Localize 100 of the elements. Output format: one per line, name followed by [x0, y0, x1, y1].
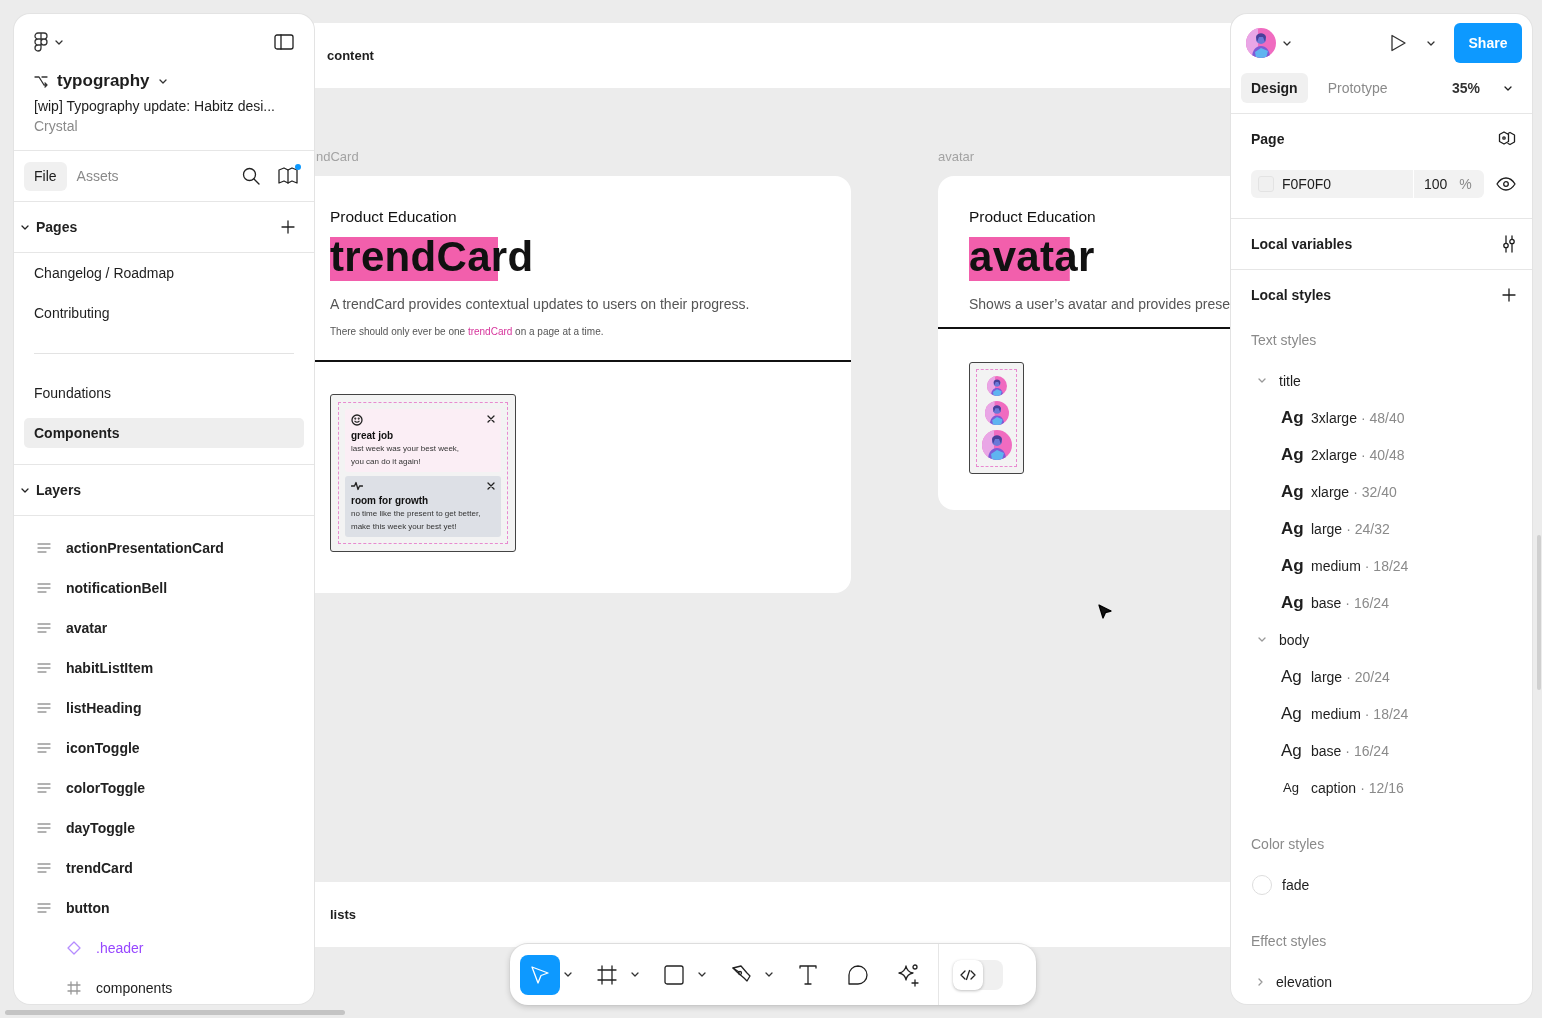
layer-item[interactable]: notificationBell [66, 580, 168, 596]
style-preview: Ag [1281, 444, 1303, 465]
page-item[interactable]: Changelog / Roadmap [24, 258, 304, 288]
style-spec: · 18/24 [1364, 557, 1409, 574]
scrollbar[interactable] [5, 1010, 345, 1015]
lines-icon [37, 822, 51, 834]
sidebar-icon[interactable] [274, 34, 294, 50]
style-name[interactable]: large [1311, 668, 1343, 685]
card-title: room for growth [351, 494, 430, 507]
card-text: make this week your best yet! [351, 521, 458, 533]
tab[interactable]: File [24, 161, 67, 191]
style-name[interactable]: large [1311, 520, 1343, 537]
layer-item[interactable]: iconToggle [66, 740, 140, 756]
section-title: Page [1251, 131, 1285, 147]
frame-icon [596, 963, 618, 986]
section-title: Pages [36, 219, 79, 235]
comment-icon [847, 963, 869, 986]
close-icon[interactable] [487, 415, 495, 423]
frame-title: content [327, 48, 374, 63]
select-icon [529, 963, 551, 986]
style-spec: · 16/24 [1345, 742, 1389, 759]
caret-icon[interactable] [765, 972, 773, 977]
layer-item[interactable]: button [66, 900, 110, 916]
description-text: A trendCard provides contextual updates to users on their progress. [330, 295, 751, 314]
style-group[interactable]: title [1279, 372, 1301, 389]
caret-icon[interactable] [158, 78, 167, 84]
pulse-icon [351, 481, 363, 491]
tab[interactable]: Assets [66, 161, 129, 191]
eyebrow-text: Product Education [330, 207, 458, 227]
card-text: you can do it again! [351, 456, 422, 468]
lines-icon [37, 582, 51, 594]
layer-item[interactable]: components [96, 980, 173, 996]
close-icon[interactable] [487, 482, 495, 490]
page-item[interactable]: Contributing [24, 298, 304, 328]
search-icon[interactable] [242, 167, 260, 185]
style-name[interactable]: base [1311, 594, 1342, 611]
card-text: last week was your best week, [351, 443, 461, 455]
caret-icon[interactable] [1283, 40, 1291, 46]
layer-item[interactable]: colorToggle [66, 780, 146, 796]
style-group[interactable]: body [1279, 631, 1310, 648]
plus-icon[interactable] [281, 220, 295, 234]
eye-icon[interactable] [1496, 177, 1516, 191]
page-item[interactable]: Foundations [24, 378, 304, 408]
group-label: Text styles [1250, 331, 1318, 350]
sparkle-icon [896, 962, 920, 987]
caret-icon[interactable] [631, 972, 639, 977]
play-icon[interactable] [1390, 34, 1406, 52]
lines-icon [37, 662, 51, 674]
caret-icon[interactable] [698, 972, 706, 977]
eyebrow-text: Product Education [969, 207, 1097, 227]
caret-icon[interactable] [21, 487, 29, 493]
plus-icon[interactable] [1502, 288, 1516, 302]
smile-icon [351, 414, 363, 426]
layer-item[interactable]: actionPresentationCard [66, 540, 224, 556]
style-spec: · 18/24 [1364, 705, 1409, 722]
lines-icon [37, 742, 51, 754]
style-name[interactable]: caption [1311, 779, 1357, 796]
hash-icon [67, 981, 81, 995]
caret-icon[interactable] [564, 972, 572, 977]
project-name[interactable]: typography [57, 71, 150, 91]
style-preview: Ag [1282, 780, 1300, 795]
dev-mode-toggle[interactable] [953, 959, 1003, 990]
style-name[interactable]: xlarge [1311, 483, 1350, 500]
zoom-level[interactable]: 35% [1451, 80, 1480, 96]
style-name[interactable]: base [1311, 742, 1342, 759]
fill-field[interactable]: F0F0F0 100 % [1251, 170, 1484, 198]
style-name[interactable]: 2xlarge [1311, 446, 1357, 463]
section-title: Local styles [1251, 287, 1332, 303]
layer-item[interactable]: .header [96, 940, 144, 956]
style-preview: Ag [1281, 703, 1303, 724]
caret-icon[interactable] [1504, 85, 1512, 91]
style-name[interactable]: fade [1282, 876, 1310, 893]
lines-icon [37, 862, 51, 874]
layer-item[interactable]: listHeading [66, 700, 142, 716]
layer-item[interactable]: habitListItem [66, 660, 154, 676]
style-group[interactable]: elevation [1276, 973, 1333, 990]
styles-icon[interactable] [1498, 131, 1516, 147]
section-title: Layers [36, 482, 83, 498]
caret-icon[interactable] [21, 224, 29, 230]
caret-icon[interactable] [55, 39, 63, 45]
avatar [1246, 28, 1276, 58]
description-text: Shows a user’s avatar and provides prese [969, 295, 1231, 314]
card-title: great job [351, 429, 395, 442]
page-item[interactable]: Components [24, 418, 304, 448]
style-preview: Ag [1281, 740, 1303, 761]
layer-item[interactable]: avatar [66, 620, 108, 636]
sliders-icon[interactable] [1502, 235, 1516, 253]
lines-icon [37, 542, 51, 554]
layer-item[interactable]: dayToggle [66, 820, 135, 836]
frame-title: lists [330, 907, 356, 922]
style-name[interactable]: 3xlarge [1311, 409, 1357, 426]
style-name[interactable]: medium [1311, 557, 1361, 574]
caret-icon[interactable] [1427, 40, 1435, 46]
link[interactable]: trendCard [467, 326, 513, 337]
logo-icon[interactable] [34, 32, 48, 52]
style-preview: Ag [1281, 407, 1303, 428]
style-name[interactable]: medium [1311, 705, 1361, 722]
layer-item[interactable]: trendCard [66, 860, 133, 876]
tab[interactable]: Design [1241, 73, 1308, 103]
book-icon[interactable] [278, 167, 298, 185]
